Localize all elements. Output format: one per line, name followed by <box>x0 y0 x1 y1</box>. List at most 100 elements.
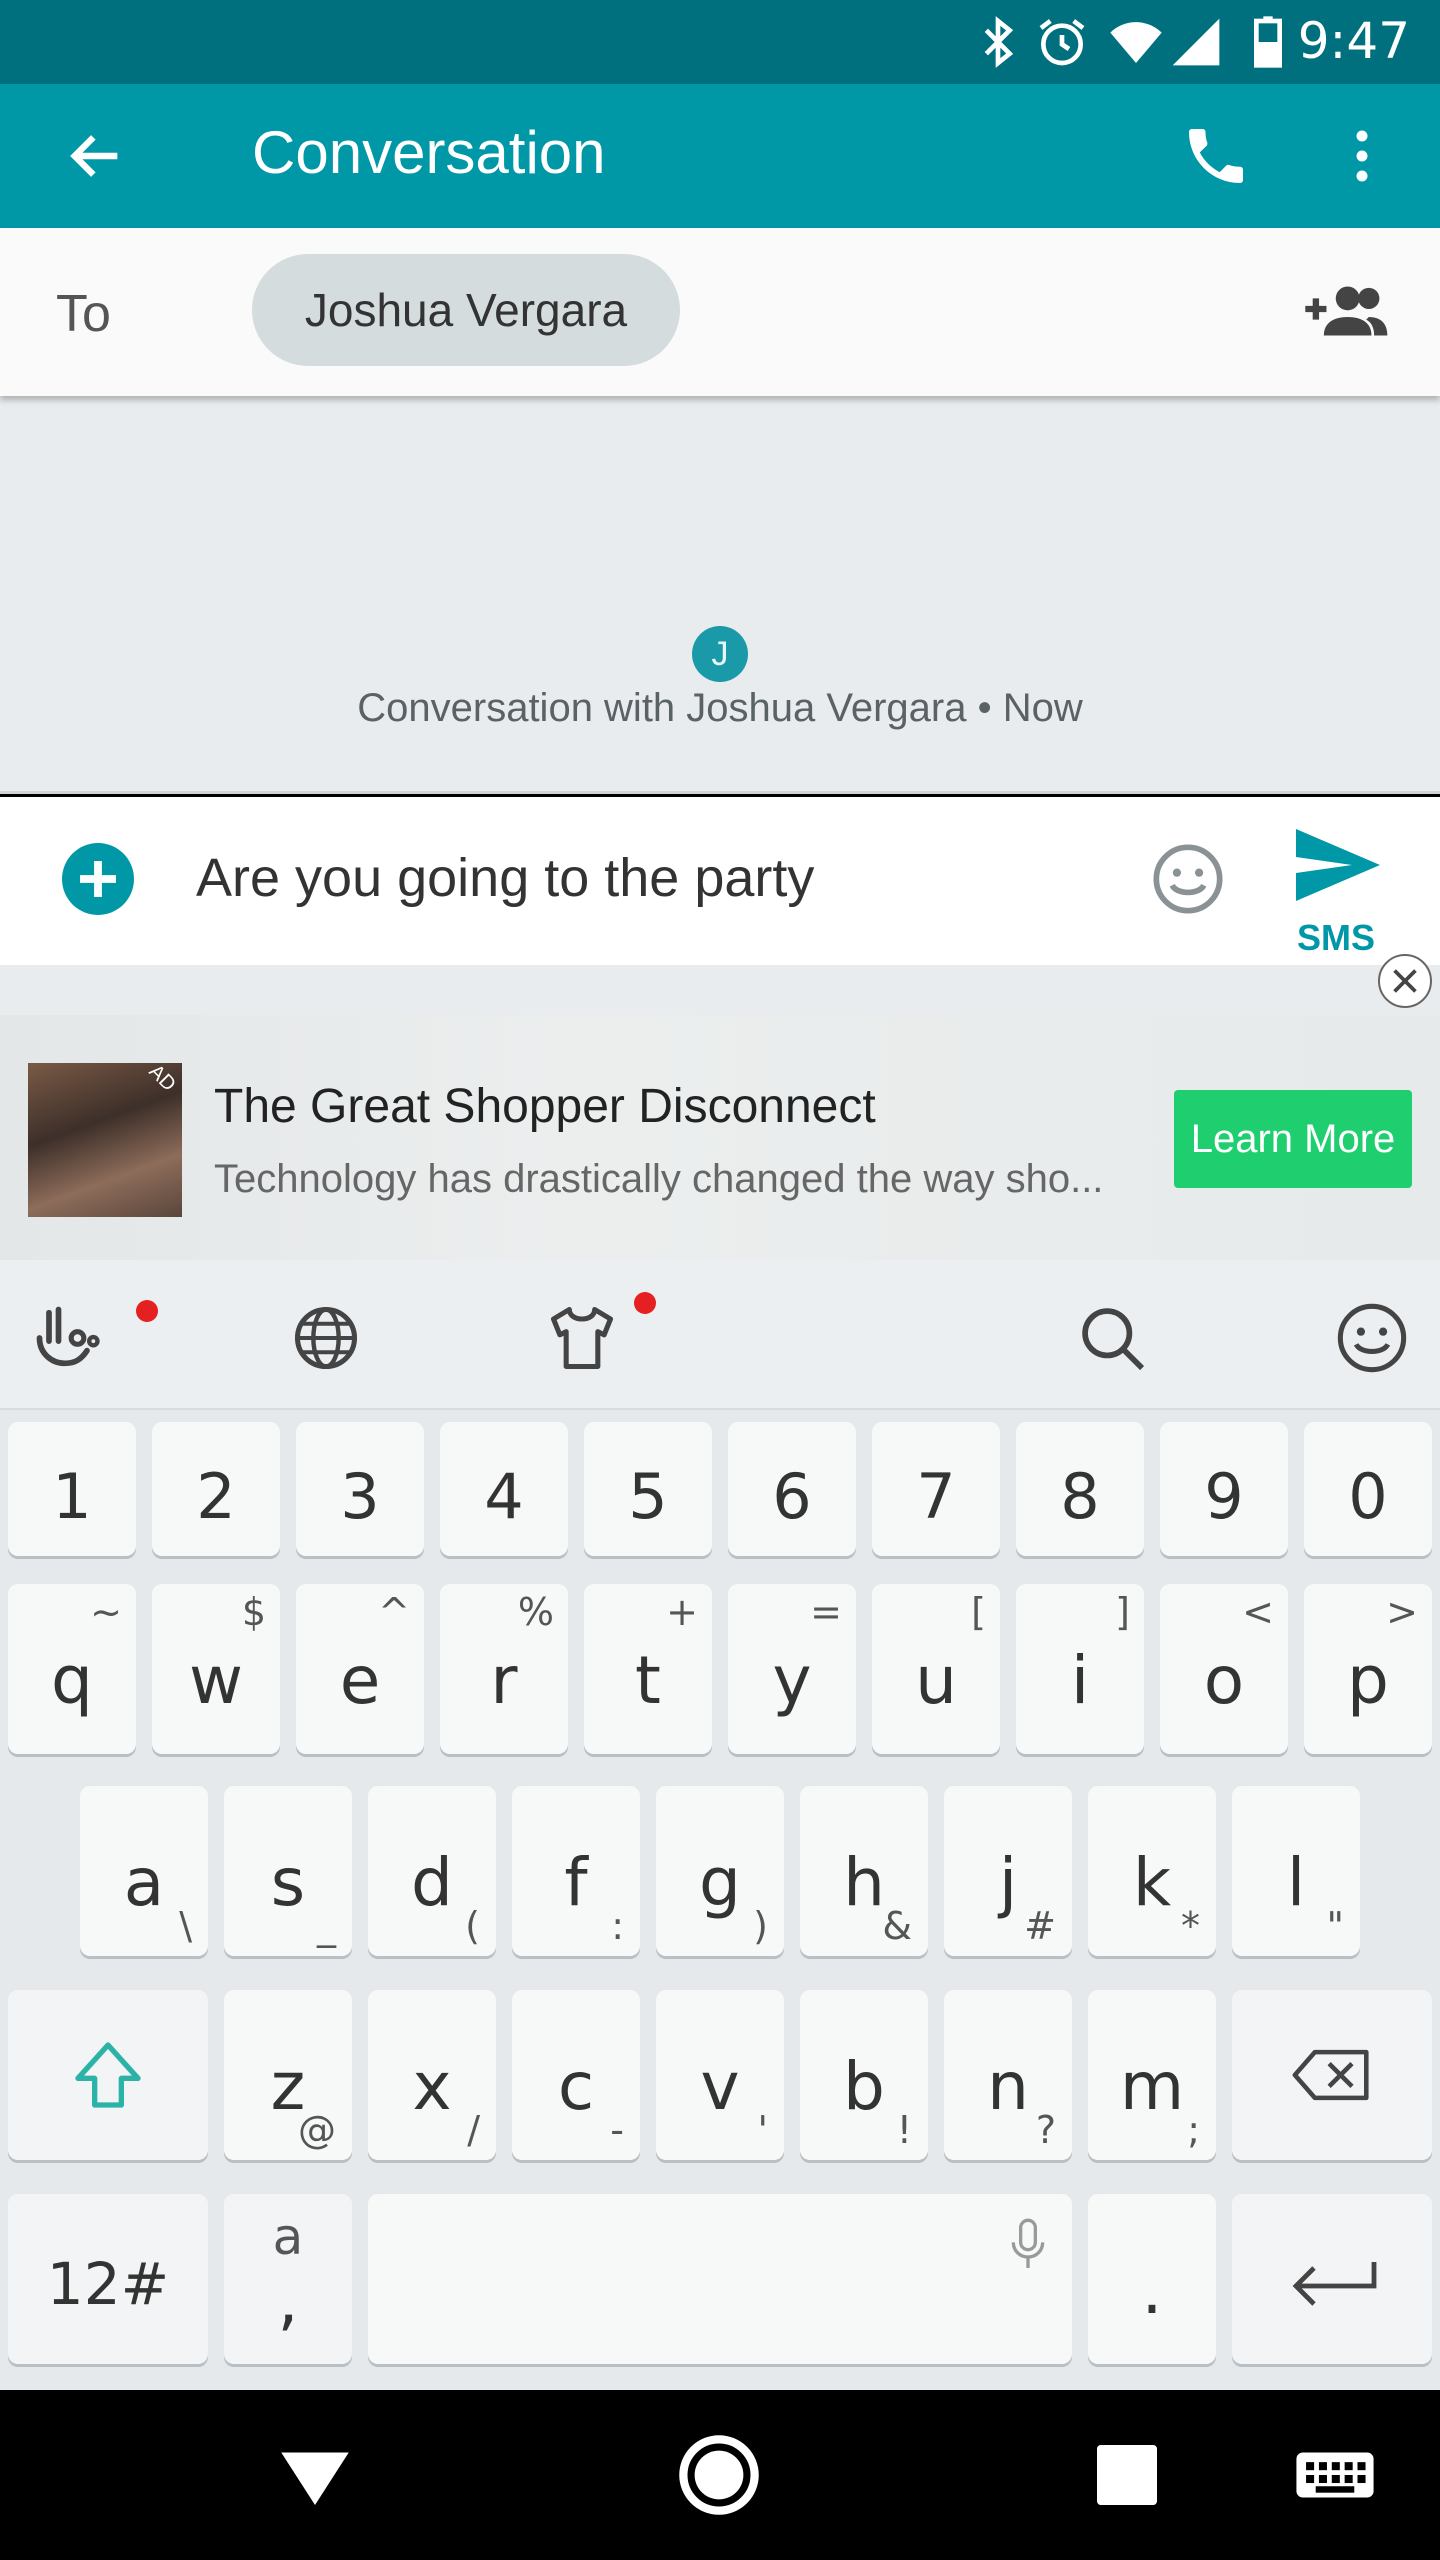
key-6[interactable]: 6 <box>728 1422 856 1556</box>
key-label: t <box>635 1642 661 1719</box>
key-hint: ] <box>1115 1590 1130 1634</box>
emoji-icon[interactable] <box>1334 1300 1410 1376</box>
key-r[interactable]: r% <box>440 1584 568 1754</box>
key-hint: ) <box>753 1904 768 1948</box>
key-v[interactable]: v ' <box>656 1990 784 2160</box>
key-hint: = <box>810 1590 842 1634</box>
symbols-key[interactable]: 12# <box>8 2194 208 2364</box>
key-label: . <box>1141 2252 1163 2329</box>
status-bar: 9:47 <box>0 0 1440 84</box>
key-label: i <box>1070 1642 1090 1719</box>
key-j[interactable]: j # <box>944 1786 1072 1956</box>
clock: 9:47 <box>1297 12 1410 70</box>
key-l[interactable]: l " <box>1232 1786 1360 1956</box>
emoji-picker-icon[interactable] <box>1150 841 1226 917</box>
overflow-menu-button[interactable] <box>1322 116 1402 196</box>
key-hint: ^ <box>378 1590 410 1634</box>
add-contact-icon[interactable] <box>1300 274 1390 344</box>
key-m[interactable]: m; <box>1088 1990 1216 2160</box>
key-label: 9 <box>1204 1460 1244 1533</box>
key-label: 7 <box>916 1460 956 1533</box>
key-0[interactable]: 0 <box>1304 1422 1432 1556</box>
key-e[interactable]: e ^ <box>296 1584 424 1754</box>
theme-shirt-icon[interactable] <box>544 1300 620 1376</box>
key-5[interactable]: 5 <box>584 1422 712 1556</box>
message-input[interactable] <box>196 847 1116 909</box>
key-z[interactable]: z @ <box>224 1990 352 2160</box>
comma-key[interactable]: a, <box>224 2194 352 2364</box>
key-label: 3 <box>340 1460 380 1533</box>
key-p[interactable]: p > <box>1304 1584 1432 1754</box>
period-key[interactable]: . <box>1088 2194 1216 2364</box>
key-hint: / <box>467 2108 480 2152</box>
back-triangle-icon[interactable] <box>270 2430 360 2520</box>
key-label: p <box>1347 1642 1389 1719</box>
conversation-area: J Conversation with Joshua Vergara • Now <box>0 396 1440 794</box>
keyboard-switch-icon[interactable] <box>1290 2430 1380 2520</box>
key-n[interactable]: n? <box>944 1990 1072 2160</box>
alarm-icon <box>1039 19 1085 66</box>
battery-icon <box>1254 16 1282 68</box>
ad-body: Technology has drastically changed the w… <box>214 1157 1104 1201</box>
key-3[interactable]: 3 <box>296 1422 424 1556</box>
key-b[interactable]: b! <box>800 1990 928 2160</box>
key-i[interactable]: i] <box>1016 1584 1144 1754</box>
back-button[interactable] <box>56 116 136 196</box>
globe-icon[interactable] <box>288 1300 364 1376</box>
learn-more-button[interactable]: Learn More <box>1174 1090 1412 1188</box>
key-y[interactable]: y = <box>728 1584 856 1754</box>
phone-icon <box>1189 129 1243 183</box>
key-hint: ~ <box>90 1590 122 1634</box>
key-1[interactable]: 1 <box>8 1422 136 1556</box>
key-u[interactable]: u[ <box>872 1584 1000 1754</box>
key-a[interactable]: a \ <box>80 1786 208 1956</box>
touchpal-hand-icon[interactable] <box>30 1300 106 1376</box>
recipient-chip[interactable]: Joshua Vergara <box>252 254 680 366</box>
key-f[interactable]: f: <box>512 1786 640 1956</box>
key-hint: & <box>882 1904 912 1948</box>
ad-close-button[interactable] <box>1378 954 1432 1008</box>
key-label: 1 <box>52 1460 92 1533</box>
navigation-bar <box>0 2390 1440 2560</box>
search-icon[interactable] <box>1074 1300 1150 1376</box>
key-4[interactable]: 4 <box>440 1422 568 1556</box>
key-t[interactable]: t + <box>584 1584 712 1754</box>
microphone-icon <box>1011 2218 1045 2268</box>
wifi-icon <box>1110 22 1162 63</box>
recipient-row: To Joshua Vergara <box>0 228 1440 396</box>
key-w[interactable]: w $ <box>152 1584 280 1754</box>
enter-key[interactable] <box>1232 2194 1432 2364</box>
key-o[interactable]: o < <box>1160 1584 1288 1754</box>
key-k[interactable]: k * <box>1088 1786 1216 1956</box>
send-button[interactable]: SMS <box>1284 817 1388 958</box>
key-hint: ? <box>1035 2108 1056 2152</box>
key-h[interactable]: h & <box>800 1786 928 1956</box>
keyboard-toolbar <box>0 1260 1440 1410</box>
backspace-key[interactable] <box>1232 1990 1432 2160</box>
key-s[interactable]: s _ <box>224 1786 352 1956</box>
attach-button[interactable] <box>62 843 134 915</box>
key-hint: - <box>610 2108 624 2152</box>
key-label: 6 <box>772 1460 812 1533</box>
key-hint: < <box>1242 1590 1274 1634</box>
key-hint: + <box>666 1590 698 1634</box>
key-g[interactable]: g) <box>656 1786 784 1956</box>
key-d[interactable]: d( <box>368 1786 496 1956</box>
key-x[interactable]: x / <box>368 1990 496 2160</box>
recents-square-icon[interactable] <box>1082 2430 1172 2520</box>
key-7[interactable]: 7 <box>872 1422 1000 1556</box>
home-circle-icon[interactable] <box>674 2430 764 2520</box>
ad-banner[interactable]: AD The Great Shopper Disconnect Technolo… <box>0 1015 1440 1260</box>
key-8[interactable]: 8 <box>1016 1422 1144 1556</box>
ad-thumbnail: AD <box>28 1063 182 1217</box>
avatar: J <box>692 626 748 682</box>
key-c[interactable]: c- <box>512 1990 640 2160</box>
key-q[interactable]: q ~ <box>8 1584 136 1754</box>
call-button[interactable] <box>1176 116 1256 196</box>
key-2[interactable]: 2 <box>152 1422 280 1556</box>
key-hint: _ <box>317 1904 336 1948</box>
space-key[interactable] <box>368 2194 1072 2364</box>
shift-key[interactable] <box>8 1990 208 2160</box>
ad-headline: The Great Shopper Disconnect <box>214 1080 876 1133</box>
key-9[interactable]: 9 <box>1160 1422 1288 1556</box>
